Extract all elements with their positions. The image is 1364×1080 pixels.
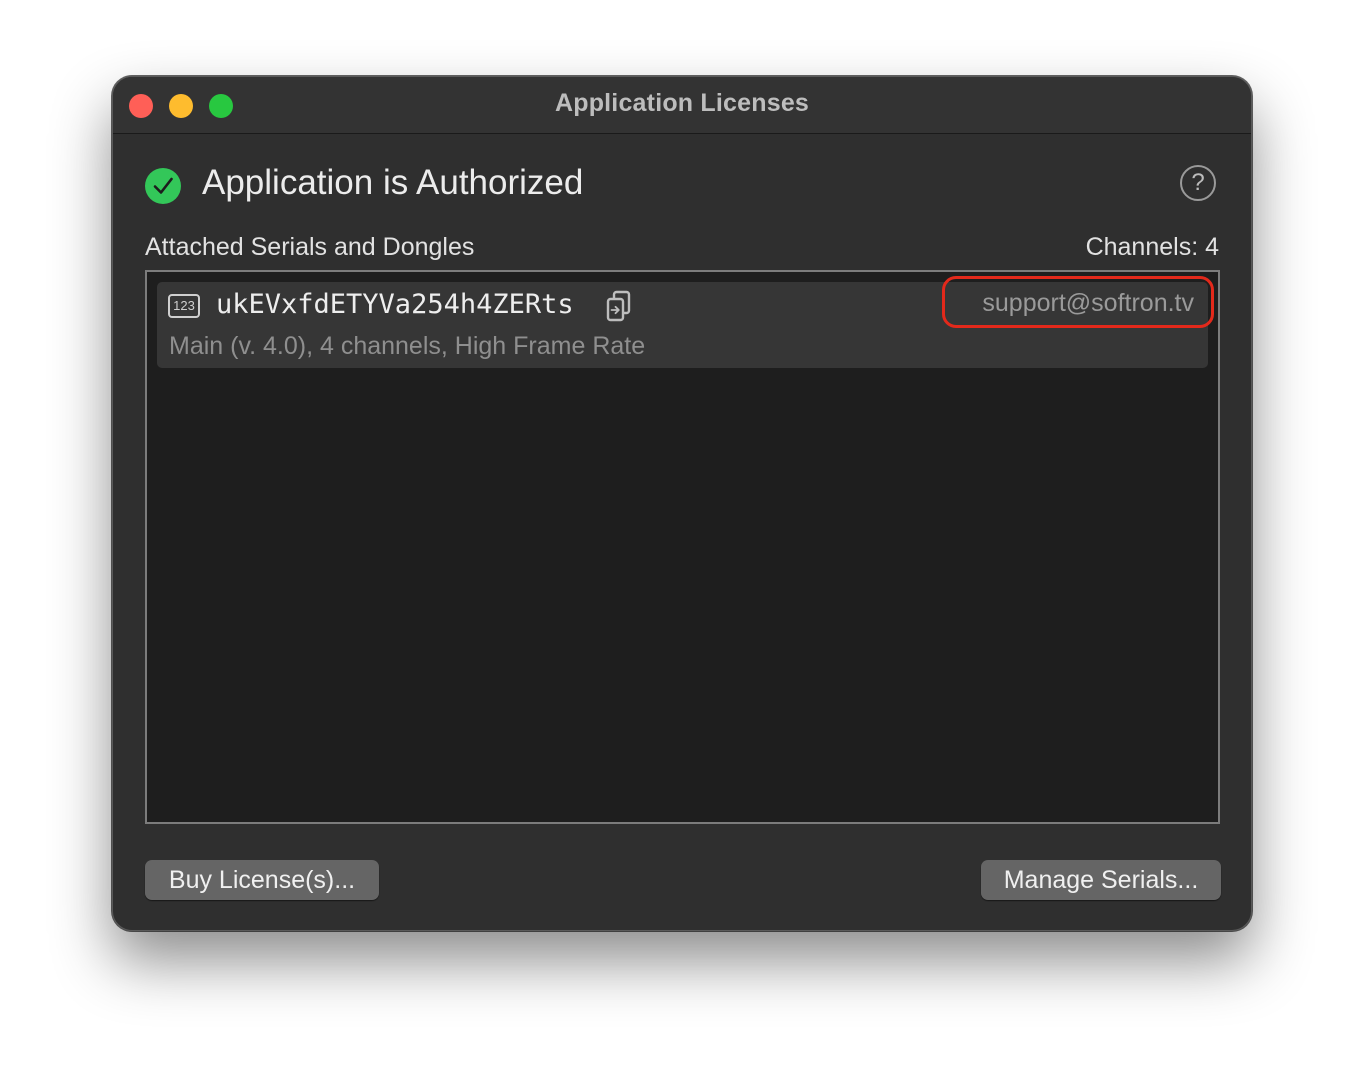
authorization-status-title: Application is Authorized <box>202 163 584 202</box>
license-owner-email: support@softron.tv <box>982 289 1194 317</box>
serial-number[interactable]: ukEVxfdETYVa254h4ZERts <box>216 289 574 320</box>
title-bar[interactable]: Application Licenses <box>113 77 1251 134</box>
serial-list-item[interactable]: 123 ukEVxfdETYVa254h4ZERts support@softr… <box>157 282 1208 368</box>
checkmark-circle-icon <box>145 168 181 204</box>
serials-list[interactable]: 123 ukEVxfdETYVa254h4ZERts support@softr… <box>145 270 1220 824</box>
copy-serial-icon[interactable] <box>605 290 633 324</box>
serial-number-icon: 123 <box>168 294 200 318</box>
attached-serials-label: Attached Serials and Dongles <box>145 233 475 261</box>
window-title: Application Licenses <box>554 89 810 117</box>
buy-licenses-button[interactable]: Buy License(s)... <box>145 860 379 900</box>
channels-count: Channels: 4 <box>1085 233 1219 261</box>
help-button[interactable]: ? <box>1180 165 1216 201</box>
manage-serials-button[interactable]: Manage Serials... <box>981 860 1221 900</box>
application-licenses-window: Application Licenses Application is Auth… <box>112 76 1252 931</box>
license-details: Main (v. 4.0), 4 channels, High Frame Ra… <box>169 332 646 360</box>
